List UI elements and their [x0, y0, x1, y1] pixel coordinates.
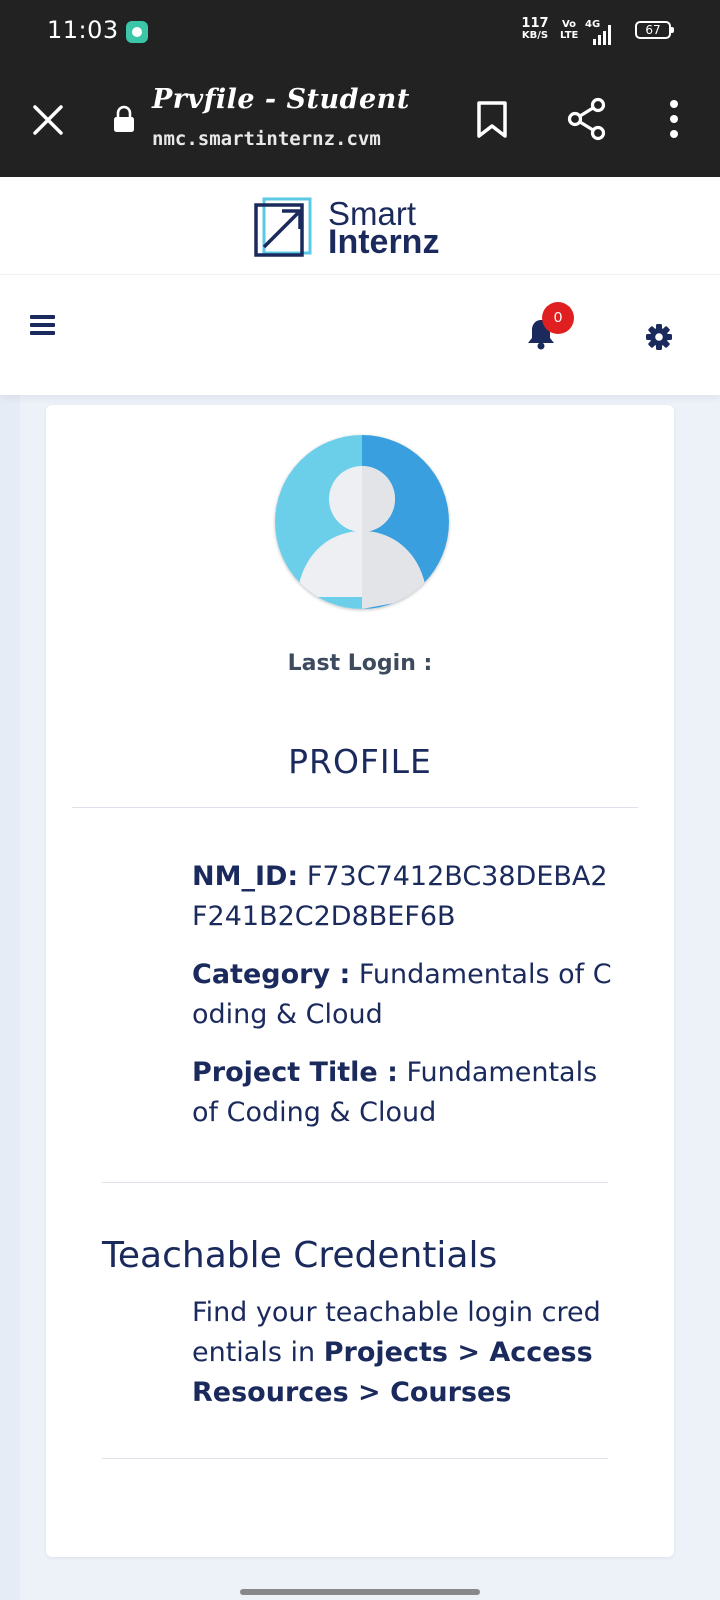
- teachable-credentials-heading: Teachable Credentials: [102, 1235, 498, 1276]
- lock-icon: [111, 104, 137, 134]
- bookmark-button[interactable]: [470, 96, 514, 142]
- page-title: Prvfile - Student: [152, 84, 410, 115]
- project-title-label: Project Title :: [192, 1057, 398, 1088]
- profile-heading: PROFILE: [288, 742, 432, 781]
- gear-icon: [646, 324, 672, 350]
- top-navigation: 0: [0, 275, 720, 395]
- share-button[interactable]: [564, 96, 610, 142]
- last-login-label: Last Login :: [287, 651, 433, 676]
- nm-id-field: NM_ID: F73C7412BC38DEBA2F241B2C2D8BEF6B: [192, 857, 612, 937]
- network-speed-unit: KB/S: [521, 30, 549, 41]
- logo-word-internz: Internz: [328, 223, 440, 261]
- logo[interactable]: Smart Internz: [254, 195, 474, 261]
- status-bar: 11:03 117 KB/S Vo LTE 4G 67: [0, 0, 720, 64]
- network-speed-value: 117: [521, 16, 549, 31]
- category-field: Category : Fundamentals of Coding & Clou…: [192, 955, 612, 1035]
- network-speed: 117 KB/S: [520, 16, 550, 42]
- notification-count-badge: 0: [542, 302, 574, 334]
- user-avatar-icon: [275, 435, 449, 609]
- nm-id-label: NM_ID:: [192, 861, 299, 892]
- battery-icon: 67: [635, 21, 674, 39]
- teachable-credentials-text: Find your teachable login credentials in…: [192, 1293, 612, 1413]
- browser-toolbar: Prvfile - Student nmc.smartinternz.cvm: [0, 64, 720, 177]
- category-label: Category :: [192, 959, 351, 990]
- home-indicator[interactable]: [240, 1589, 480, 1595]
- settings-button[interactable]: [645, 323, 673, 351]
- divider: [102, 1182, 608, 1183]
- more-vertical-icon: [670, 100, 678, 138]
- volte-bottom: LTE: [560, 30, 579, 41]
- network-type: 4G: [585, 19, 601, 30]
- volte-indicator: Vo LTE: [560, 19, 578, 41]
- bookmark-icon: [477, 101, 507, 138]
- sidebar-edge: [0, 395, 20, 1600]
- logo-mark-icon: [254, 197, 312, 257]
- project-title-field: Project Title : Fundamentals of Coding &…: [192, 1053, 612, 1133]
- close-button[interactable]: [26, 98, 70, 142]
- app-notification-icon: [126, 21, 148, 43]
- avatar: [275, 435, 449, 609]
- divider: [72, 807, 638, 808]
- signal-icon: 4G: [585, 19, 615, 45]
- more-options-button[interactable]: [652, 96, 696, 142]
- profile-card: Last Login : PROFILE NM_ID: F73C7412BC38…: [46, 405, 674, 1557]
- close-icon: [33, 105, 63, 135]
- status-time: 11:03: [47, 16, 119, 44]
- site-header: Smart Internz: [0, 177, 720, 275]
- volte-top: Vo: [561, 19, 577, 30]
- battery-level: 67: [645, 23, 661, 37]
- page-url[interactable]: nmc.smartinternz.cvm: [152, 128, 381, 150]
- divider: [102, 1458, 608, 1459]
- menu-icon[interactable]: [30, 313, 56, 339]
- share-icon: [567, 97, 606, 141]
